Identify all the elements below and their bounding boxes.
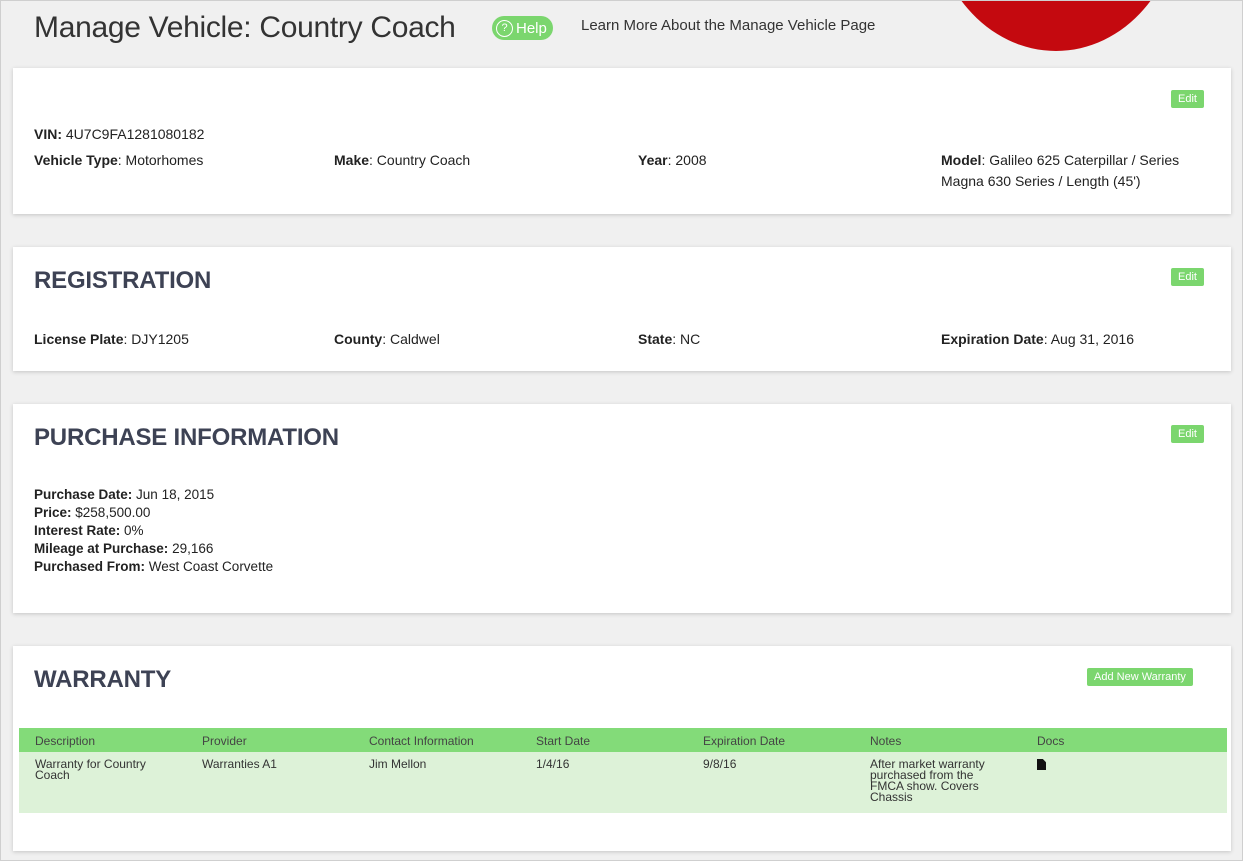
column-header-expiration-date: Expiration Date (687, 728, 854, 752)
county-field: County: Caldwel (334, 329, 440, 350)
make-label: Make (334, 152, 370, 168)
column-header-start-date: Start Date (520, 728, 687, 752)
year-value: : 2008 (667, 152, 707, 168)
column-header-description: Description (19, 728, 186, 752)
purchase-card: PURCHASE INFORMATION Edit Purchase Date:… (13, 404, 1231, 613)
question-icon: ? (496, 19, 513, 37)
state-value: : NC (672, 331, 701, 347)
license-plate-label: License Plate (34, 331, 124, 347)
warranty-expiration-date: 9/8/16 (687, 752, 854, 813)
column-header-contact: Contact Information (353, 728, 520, 752)
warranty-table: Description Provider Contact Information… (19, 728, 1227, 813)
column-header-provider: Provider (186, 728, 353, 752)
vehicle-card: Edit VIN: 4U7C9FA1281080182 Vehicle Type… (13, 68, 1231, 214)
county-value: : Caldwel (382, 331, 440, 347)
registration-edit-button[interactable]: Edit (1171, 268, 1204, 286)
help-button[interactable]: ? Help (492, 16, 553, 40)
interest-rate-label: Interest Rate: (34, 523, 121, 538)
column-header-notes: Notes (854, 728, 1021, 752)
document-icon[interactable] (1037, 759, 1046, 770)
vehicle-type-label: Vehicle Type (34, 152, 118, 168)
mileage-label: Mileage at Purchase: (34, 541, 169, 556)
year-label: Year (638, 152, 668, 168)
vin-label: VIN: (34, 126, 62, 142)
warranty-contact: Jim Mellon (353, 752, 520, 813)
help-button-label: Help (516, 19, 547, 37)
vin-field: VIN: 4U7C9FA1281080182 (34, 124, 204, 145)
state-field: State: NC (638, 329, 700, 350)
license-plate-value: : DJY1205 (123, 331, 189, 347)
column-header-docs: Docs (1021, 728, 1227, 752)
model-field: Model: Galileo 625 Caterpillar / Series … (941, 150, 1179, 192)
warranty-header-row: Description Provider Contact Information… (19, 728, 1227, 752)
interest-rate-value: 0% (120, 523, 144, 538)
warranty-card: WARRANTY Add New Warranty Description Pr… (13, 646, 1231, 851)
state-label: State (638, 331, 673, 347)
registration-card: REGISTRATION Edit License Plate: DJY1205… (13, 247, 1231, 371)
registration-expiration-label: Expiration Date (941, 331, 1044, 347)
price-value: $258,500.00 (71, 505, 151, 520)
warranty-start-date: 1/4/16 (520, 752, 687, 813)
model-value-line2: Magna 630 Series / Length (45') (941, 173, 1141, 189)
warranty-notes: After market warranty purchased from the… (854, 752, 1021, 813)
page-frame: Manage Vehicle: Country Coach ? Help Lea… (0, 0, 1243, 861)
purchased-from-value: West Coast Corvette (145, 559, 274, 574)
purchase-date-label: Purchase Date: (34, 487, 133, 502)
interest-rate-row: Interest Rate: 0% (34, 522, 273, 540)
make-field: Make: Country Coach (334, 150, 470, 171)
table-row[interactable]: Warranty for Country Coach Warranties A1… (19, 752, 1227, 813)
warranty-title: WARRANTY (34, 666, 172, 693)
vehicle-type-value: : Motorhomes (117, 152, 204, 168)
mileage-value: 29,166 (168, 541, 214, 556)
model-label: Model (941, 152, 982, 168)
price-label: Price: (34, 505, 72, 520)
warranty-provider: Warranties A1 (186, 752, 353, 813)
model-value-line1: : Galileo 625 Caterpillar / Series (981, 152, 1180, 168)
warranty-description: Warranty for Country Coach (19, 752, 186, 813)
purchased-from-label: Purchased From: (34, 559, 146, 574)
help-link[interactable]: Learn More About the Manage Vehicle Page (581, 17, 875, 34)
purchase-date-value: Jun 18, 2015 (132, 487, 215, 502)
price-row: Price: $258,500.00 (34, 504, 273, 522)
vehicle-edit-button[interactable]: Edit (1171, 90, 1204, 108)
license-plate-field: License Plate: DJY1205 (34, 329, 189, 350)
purchase-date-row: Purchase Date: Jun 18, 2015 (34, 486, 273, 504)
add-warranty-button[interactable]: Add New Warranty (1087, 668, 1193, 686)
brand-red-shape (931, 1, 1181, 51)
purchased-from-row: Purchased From: West Coast Corvette (34, 558, 273, 576)
vehicle-type-field: Vehicle Type: Motorhomes (34, 150, 203, 171)
county-label: County (334, 331, 383, 347)
year-field: Year: 2008 (638, 150, 707, 171)
mileage-row: Mileage at Purchase: 29,166 (34, 540, 273, 558)
vin-value: 4U7C9FA1281080182 (65, 126, 205, 142)
warranty-docs-cell (1021, 752, 1227, 813)
purchase-details: Purchase Date: Jun 18, 2015 Price: $258,… (34, 486, 273, 576)
page-title: Manage Vehicle: Country Coach (34, 11, 456, 44)
purchase-edit-button[interactable]: Edit (1171, 425, 1204, 443)
registration-expiration-value: : Aug 31, 2016 (1043, 331, 1135, 347)
purchase-title: PURCHASE INFORMATION (34, 424, 339, 451)
registration-title: REGISTRATION (34, 267, 212, 294)
make-value: : Country Coach (369, 152, 471, 168)
registration-expiration-field: Expiration Date: Aug 31, 2016 (941, 329, 1134, 350)
